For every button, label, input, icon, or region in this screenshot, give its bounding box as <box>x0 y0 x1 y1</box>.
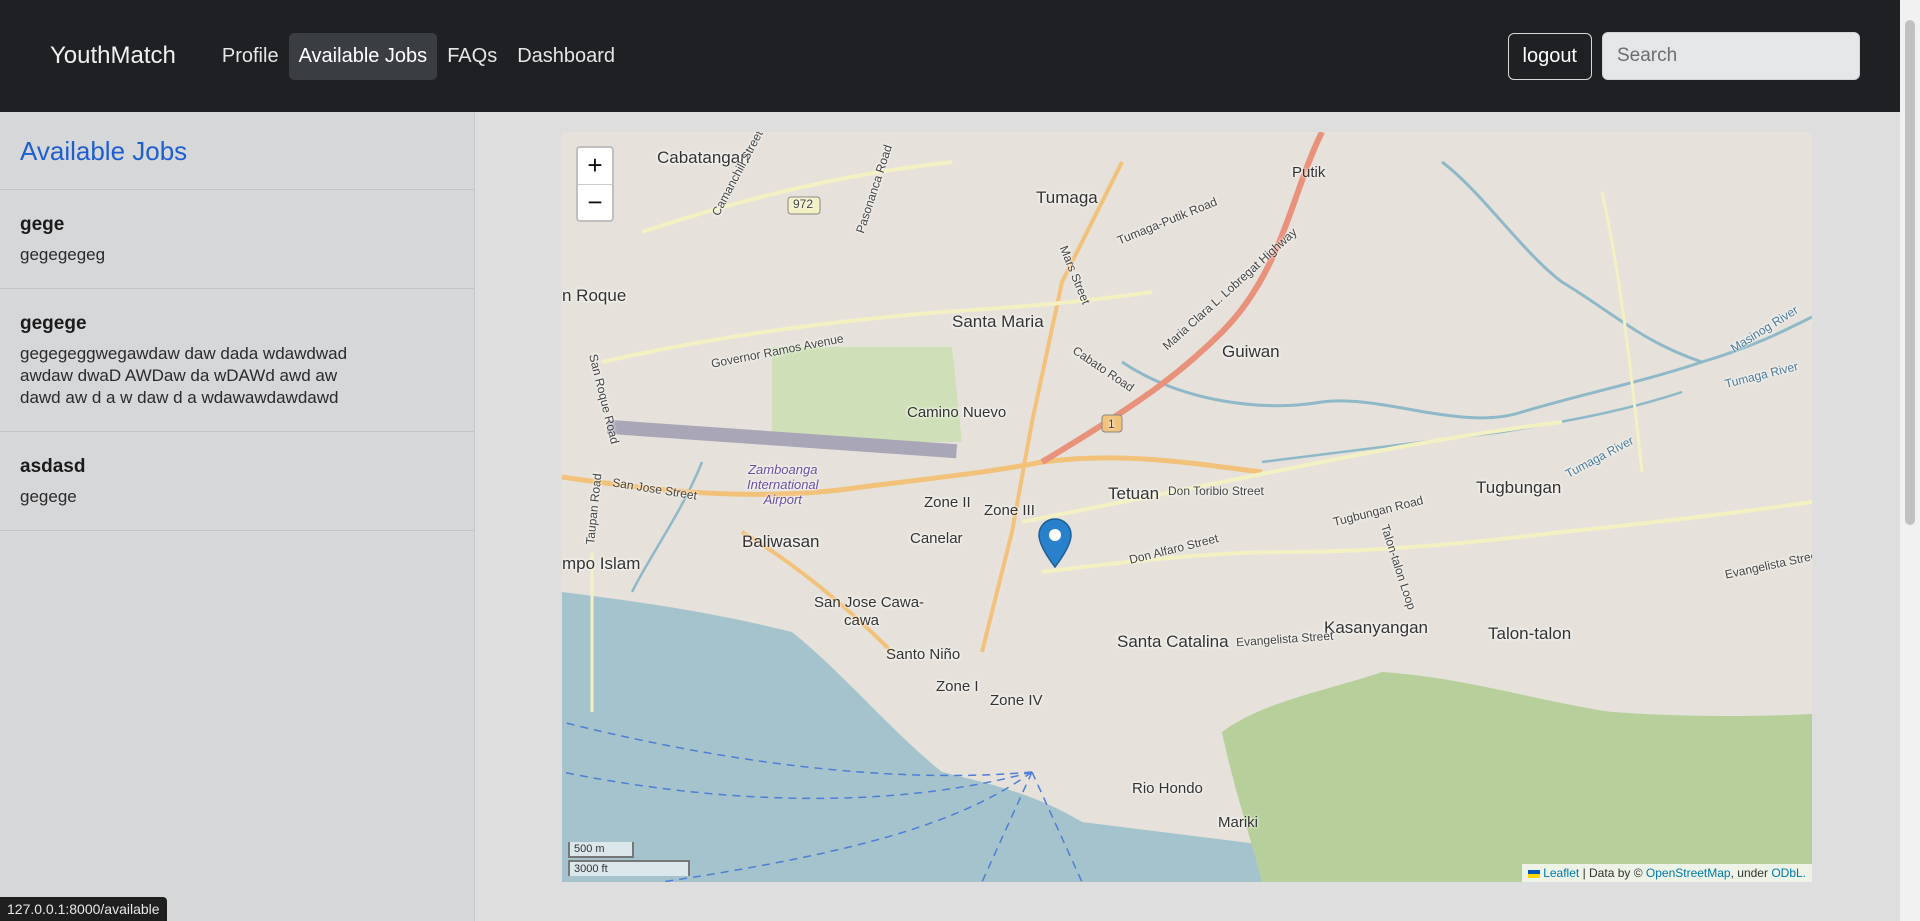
osm-link[interactable]: OpenStreetMap <box>1646 866 1731 880</box>
map-label-cawa: cawa <box>844 612 880 629</box>
job-list-item[interactable]: gege gegegegeg <box>0 190 474 289</box>
logout-button[interactable]: logout <box>1507 32 1592 80</box>
map-label-san-jose-cawa: San Jose Cawa- <box>814 594 925 611</box>
page-scrollbar[interactable] <box>1900 0 1920 921</box>
odbl-link[interactable]: ODbL. <box>1771 866 1806 880</box>
map-label-mariki: Mariki <box>1218 814 1258 831</box>
map-label-tumaga: Tumaga <box>1036 188 1098 207</box>
map-label-zone-1: Zone I <box>936 678 979 695</box>
map-label-campo-islam: mpo Islam <box>562 554 641 573</box>
map-label-rio-hondo: Rio Hondo <box>1132 780 1203 797</box>
top-navbar: YouthMatch Profile Available Jobs FAQs D… <box>0 0 1900 112</box>
zoom-in-button[interactable]: + <box>578 148 612 184</box>
map-zoom-control: + − <box>576 146 614 222</box>
nav-dashboard[interactable]: Dashboard <box>507 33 625 80</box>
map-label-camino-nuevo: Camino Nuevo <box>907 404 1007 421</box>
brand-logo[interactable]: YouthMatch <box>50 42 176 70</box>
map-label-putik: Putik <box>1292 164 1326 181</box>
map-label-canelar: Canelar <box>910 530 963 547</box>
status-bar-url: 127.0.0.1:8000/available <box>0 897 167 921</box>
nav-profile[interactable]: Profile <box>212 33 289 80</box>
zoom-out-button[interactable]: − <box>578 184 612 220</box>
road-label-don-toribio: Don Toribio Street <box>1168 484 1264 498</box>
job-map[interactable]: Cabatangan Tumaga Putik Santa Maria Guiw… <box>562 132 1812 882</box>
map-label-airport: Zamboanga International Airport <box>747 462 819 507</box>
map-label-talon-talon: Talon-talon <box>1488 624 1572 643</box>
map-attribution: Leaflet | Data by © OpenStreetMap, under… <box>1521 864 1812 882</box>
airport-label-line-3: Airport <box>763 492 802 507</box>
job-description: gegegegeg <box>20 245 106 264</box>
route-shield-972: 972 <box>793 197 814 211</box>
search-input[interactable] <box>1602 32 1860 80</box>
job-description: gegegeggwegawdaw daw dada wdawdwad awdaw… <box>20 344 348 407</box>
map-label-guiwan: Guiwan <box>1222 342 1280 361</box>
job-location-marker[interactable] <box>1038 518 1072 568</box>
job-title: gege <box>20 214 65 235</box>
map-label-zone-3: Zone III <box>984 502 1035 519</box>
map-label-san-roque: n Roque <box>562 286 627 305</box>
nav-available-jobs[interactable]: Available Jobs <box>288 32 438 80</box>
airport-label-line-1: Zamboanga <box>748 462 818 477</box>
map-label-baliwasan: Baliwasan <box>742 532 820 551</box>
job-list-item[interactable]: asdasd gegege <box>0 432 474 531</box>
map-label-tugbungan: Tugbungan <box>1476 478 1562 497</box>
sidebar-title: Available Jobs <box>0 112 474 190</box>
map-tiles <box>562 132 1812 882</box>
leaflet-link[interactable]: Leaflet <box>1543 866 1579 880</box>
scale-metric: 500 m <box>568 842 634 858</box>
navbar-right-group: logout <box>1507 32 1860 80</box>
map-label-santa-catalina: Santa Catalina <box>1117 632 1229 651</box>
job-description: gegege <box>20 487 77 506</box>
nav-faqs[interactable]: FAQs <box>437 33 507 80</box>
scrollbar-thumb[interactable] <box>1905 20 1915 525</box>
route-shield-1: 1 <box>1108 417 1115 431</box>
jobs-sidebar: Available Jobs gege gegegegeg gegege geg… <box>0 112 475 921</box>
scale-imperial: 3000 ft <box>568 860 690 876</box>
job-title: gegege <box>20 313 87 334</box>
attribution-data-by: | Data by © <box>1582 866 1643 880</box>
map-label-zone-4: Zone IV <box>990 692 1043 709</box>
map-label-tetuan: Tetuan <box>1108 484 1160 503</box>
map-label-santo-nino: Santo Niño <box>886 646 961 663</box>
ukraine-flag-icon <box>1527 869 1540 878</box>
map-label-zone-2: Zone II <box>924 494 971 511</box>
map-label-kasanyangan: Kasanyangan <box>1324 618 1428 637</box>
airport-label-line-2: International <box>747 477 819 492</box>
map-label-santa-maria: Santa Maria <box>952 312 1044 331</box>
attribution-under: , under <box>1730 866 1768 880</box>
job-list-item[interactable]: gegege gegegeggwegawdaw daw dada wdawdwa… <box>0 289 474 432</box>
job-title: asdasd <box>20 456 86 477</box>
